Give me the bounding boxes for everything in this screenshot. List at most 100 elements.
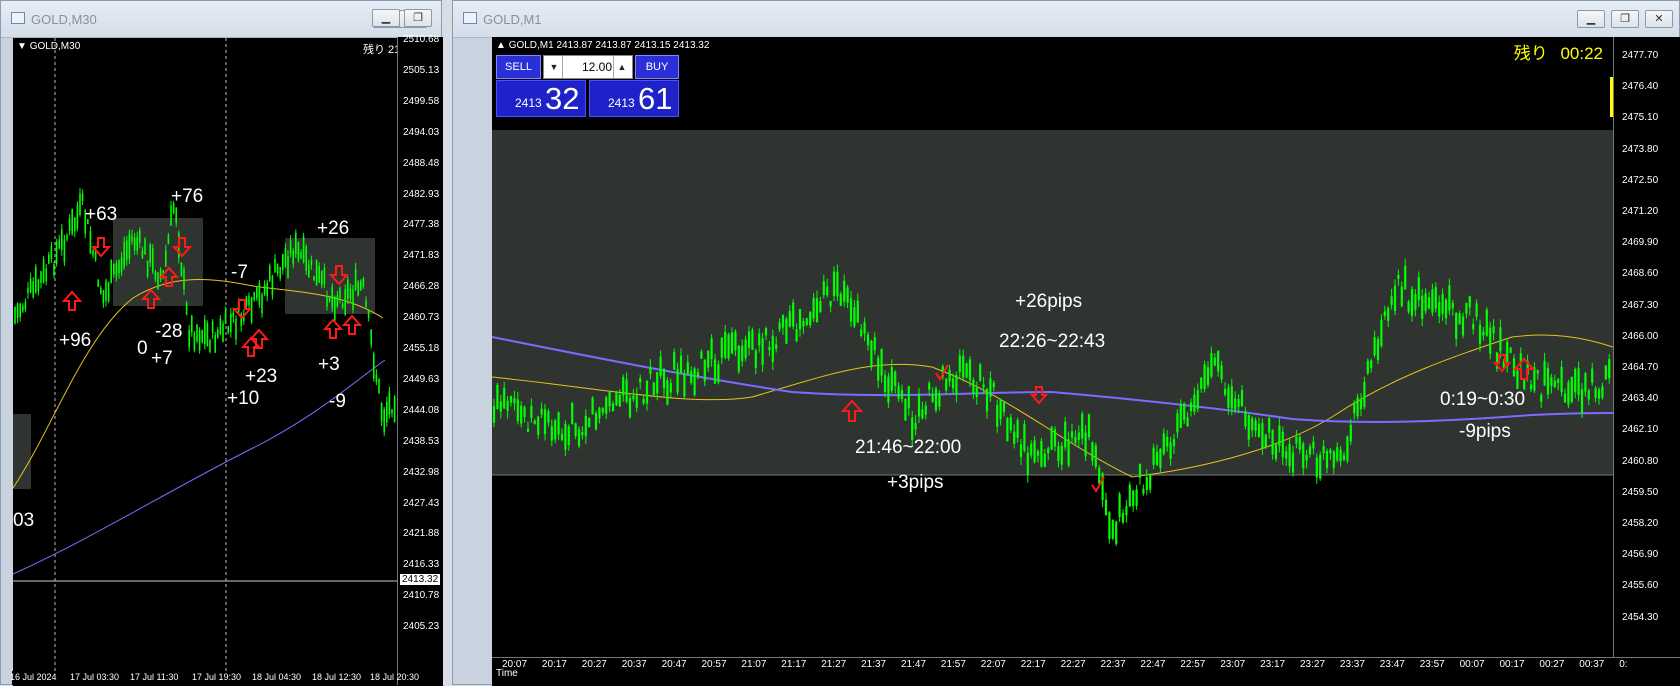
candle-body — [900, 390, 904, 400]
candle-body — [679, 355, 683, 374]
candle-body — [1516, 370, 1519, 389]
candle-body — [370, 329, 372, 345]
price-tick-label: 2475.10 — [1622, 112, 1659, 124]
candle-body — [513, 398, 516, 404]
right-window-titlebar[interactable]: GOLD,M1 ▁ ❐ ✕ — [453, 1, 1679, 38]
candle-body — [744, 339, 747, 359]
session-box — [13, 414, 31, 489]
candle-body — [1533, 367, 1536, 391]
candle-body — [951, 378, 955, 389]
candle-body — [982, 384, 985, 388]
lot-size-value[interactable]: 12.00 — [564, 56, 612, 78]
candle-body — [136, 236, 138, 251]
candle-body — [917, 393, 921, 417]
price-tick-label: 2476.40 — [1622, 81, 1659, 93]
candle-body — [1560, 366, 1563, 393]
candle-body — [120, 257, 123, 273]
time-tick-label: 21:37 — [861, 659, 887, 670]
left-restore-button[interactable]: ❐ — [404, 9, 432, 27]
candle-body — [1281, 431, 1284, 458]
remaining-time: 00:22 — [1560, 44, 1603, 63]
candle-body — [1257, 423, 1261, 438]
price-tick-label: 2477.38 — [403, 219, 440, 231]
candle-body — [1390, 296, 1393, 305]
price-tick-label: 2456.90 — [1622, 549, 1659, 561]
candle-body — [1373, 337, 1376, 356]
candle-body — [27, 287, 29, 293]
candle-body — [761, 338, 764, 365]
price-tick-label: 2421.88 — [403, 528, 440, 540]
left-minimize-button[interactable]: ▁ — [372, 9, 400, 27]
restore-button[interactable]: ❐ — [1611, 10, 1639, 28]
time-tick-label: 20:07 — [502, 659, 528, 670]
candle-body — [354, 268, 357, 291]
candle-body — [1247, 415, 1250, 440]
candle-body — [934, 388, 938, 411]
candle-body — [126, 240, 128, 261]
candle-body — [115, 263, 118, 276]
candle-body — [204, 319, 206, 344]
price-tick-label: 2477.70 — [1622, 50, 1659, 61]
candle-body — [287, 255, 289, 278]
candle-body — [975, 387, 978, 398]
candle-body — [282, 253, 284, 270]
candle-body — [1489, 327, 1492, 354]
candle-body — [724, 331, 727, 358]
candle-body — [1064, 421, 1067, 448]
candle-body — [829, 301, 832, 307]
sell-price-box[interactable]: 2413 32 — [496, 80, 586, 117]
candle-body — [584, 415, 587, 437]
candle-body — [188, 329, 190, 348]
time-tick-label: 20:27 — [581, 659, 607, 670]
left-time-axis: 16 Jul 2024 17 Jul 03:30 17 Jul 11:30 17 Ju… — [10, 671, 419, 685]
trade-result-label: -28 — [155, 321, 183, 342]
candle-body — [42, 258, 45, 283]
lot-decrease-icon[interactable]: ▼ — [546, 56, 563, 78]
candle-body — [1410, 288, 1414, 316]
collapse-triangle-icon[interactable]: ▼ — [17, 41, 27, 52]
candle-body — [292, 250, 294, 264]
candle-body — [1186, 417, 1189, 427]
buy-price-box[interactable]: 2413 61 — [589, 80, 679, 117]
lot-increase-icon[interactable]: ▲ — [613, 56, 630, 78]
minimize-button[interactable]: ▁ — [1577, 10, 1605, 28]
buy-button[interactable]: BUY — [635, 55, 679, 79]
candle-body — [1189, 402, 1193, 412]
left-price-chart[interactable]: ▼ GOLD,M30 残り 21:24 +63 +76 +96 -28 0 +7 -7 +23… — [13, 38, 431, 686]
candle-body — [1230, 386, 1233, 409]
candle-body — [1152, 447, 1155, 465]
candle-body — [492, 405, 496, 423]
candle-body — [1434, 287, 1437, 309]
close-button[interactable]: ✕ — [1645, 10, 1673, 28]
trade-result-label: +76 — [171, 186, 204, 207]
lot-size-stepper[interactable]: ▼ 12.00 ▲ — [543, 55, 633, 79]
time-tick-label: 16 Jul 2024 — [10, 672, 57, 682]
candle-body — [751, 329, 754, 350]
trade-result-label: +96 — [59, 330, 92, 351]
candle-body — [211, 321, 214, 333]
collapse-triangle-icon[interactable]: ▲ — [496, 40, 506, 51]
candle-body — [349, 288, 352, 299]
trade-result-label: +26pips — [1015, 291, 1083, 312]
candle-body — [144, 238, 146, 255]
candle-body — [1540, 394, 1543, 402]
candle-body — [601, 408, 604, 413]
right-price-chart[interactable]: ▲ GOLD,M1 2413.87 2413.87 2413.15 2413.3… — [492, 37, 1613, 657]
candle-body — [1036, 451, 1040, 456]
candle-body — [334, 296, 336, 321]
candle-body — [1492, 326, 1495, 334]
candle-body — [577, 429, 581, 447]
candle-body — [805, 318, 808, 325]
candle-body — [1210, 352, 1213, 377]
candle-body — [1118, 494, 1121, 518]
sell-price-pips: 32 — [545, 81, 580, 116]
candle-body — [758, 333, 761, 346]
candle-body — [1196, 389, 1199, 409]
candle-body — [1050, 426, 1053, 450]
sell-button[interactable]: SELL — [496, 55, 541, 79]
buy-price-prefix: 2413 — [608, 96, 635, 110]
candle-body — [904, 399, 907, 421]
time-tick-label: 22:17 — [1020, 659, 1046, 670]
time-tick-label: 21:07 — [741, 659, 767, 670]
candle-body — [55, 241, 58, 264]
